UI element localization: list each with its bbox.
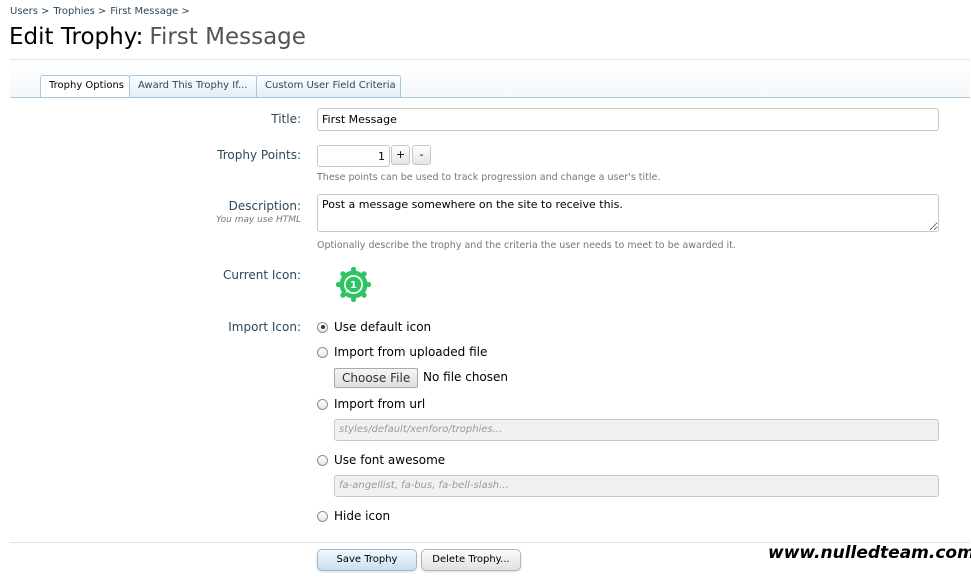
page-title: Edit Trophy: First Message	[9, 24, 306, 50]
radio-import-from-url[interactable]: Import from url	[317, 396, 425, 412]
breadcrumb-users[interactable]: Users	[10, 6, 38, 17]
description-textarea[interactable]: Post a message somewhere on the site to …	[317, 194, 939, 232]
page-title-name: First Message	[149, 24, 306, 50]
breadcrumb: Users > Trophies > First Message >	[10, 6, 194, 17]
description-label-text: Description:	[228, 199, 301, 213]
tab-label: Award This Trophy If...	[138, 80, 248, 91]
trophy-points-label: Trophy Points:	[217, 148, 301, 162]
breadcrumb-separator: >	[41, 6, 50, 17]
radio-use-default-icon[interactable]: Use default icon	[317, 319, 431, 335]
radio-import-uploaded-file[interactable]: Import from uploaded file	[317, 344, 487, 360]
radio-hide-icon[interactable]: Hide icon	[317, 508, 390, 524]
radio-label: Hide icon	[334, 509, 391, 523]
font-awesome-input[interactable]: fa-angellist, fa-bus, fa-bell-slash...	[334, 475, 939, 497]
save-trophy-button[interactable]: Save Trophy	[317, 549, 417, 571]
radio-button[interactable]	[317, 346, 328, 358]
description-hint: You may use HTML	[216, 215, 301, 225]
delete-trophy-button[interactable]: Delete Trophy...	[421, 549, 521, 571]
breadcrumb-separator: >	[97, 6, 107, 17]
tab-label: Trophy Options	[49, 80, 125, 91]
current-icon-label: Current Icon:	[222, 268, 301, 282]
radio-button[interactable]	[317, 321, 328, 333]
page-title-phrase: Edit Trophy:	[9, 24, 144, 50]
decrement-button[interactable]: -	[412, 145, 431, 165]
radio-label: Use font awesome	[334, 453, 446, 467]
tabs-divider	[10, 97, 970, 98]
title-label: Title:	[271, 112, 301, 126]
tab-label: Custom User Field Criteria	[265, 80, 396, 91]
icon-url-input[interactable]: styles/default/xenforo/trophies...	[334, 419, 939, 441]
radio-label: Import from uploaded file	[334, 345, 488, 359]
description-explain: Optionally describe the trophy and the c…	[317, 240, 736, 251]
tab-award-this-trophy-if[interactable]: Award This Trophy If...	[129, 75, 257, 97]
trophy-points-explain: These points can be used to track progre…	[317, 172, 661, 183]
radio-button[interactable]	[317, 398, 328, 410]
radio-label: Use default icon	[334, 320, 432, 334]
breadcrumb-first-message[interactable]: First Message	[110, 6, 178, 17]
watermark: www.nulledteam.com	[768, 543, 971, 563]
file-status: No file chosen	[423, 370, 509, 384]
import-icon-label: Import Icon:	[228, 320, 301, 334]
breadcrumb-separator: >	[181, 6, 190, 17]
trophy-badge-icon: 1	[336, 267, 371, 302]
trophy-points-input[interactable]	[317, 145, 390, 167]
description-label: Description: You may use HTML	[216, 199, 301, 225]
tab-trophy-options[interactable]: Trophy Options	[40, 75, 130, 98]
breadcrumb-trophies[interactable]: Trophies	[53, 6, 94, 17]
radio-button[interactable]	[317, 454, 328, 466]
radio-use-font-awesome[interactable]: Use font awesome	[317, 452, 445, 468]
radio-button[interactable]	[317, 510, 328, 522]
radio-label: Import from url	[334, 397, 426, 411]
increment-button[interactable]: +	[391, 145, 410, 165]
tab-custom-user-field-criteria[interactable]: Custom User Field Criteria	[256, 75, 401, 97]
badge-number: 1	[350, 280, 357, 291]
title-input[interactable]	[317, 108, 939, 131]
choose-file-button[interactable]: Choose File	[334, 368, 419, 388]
